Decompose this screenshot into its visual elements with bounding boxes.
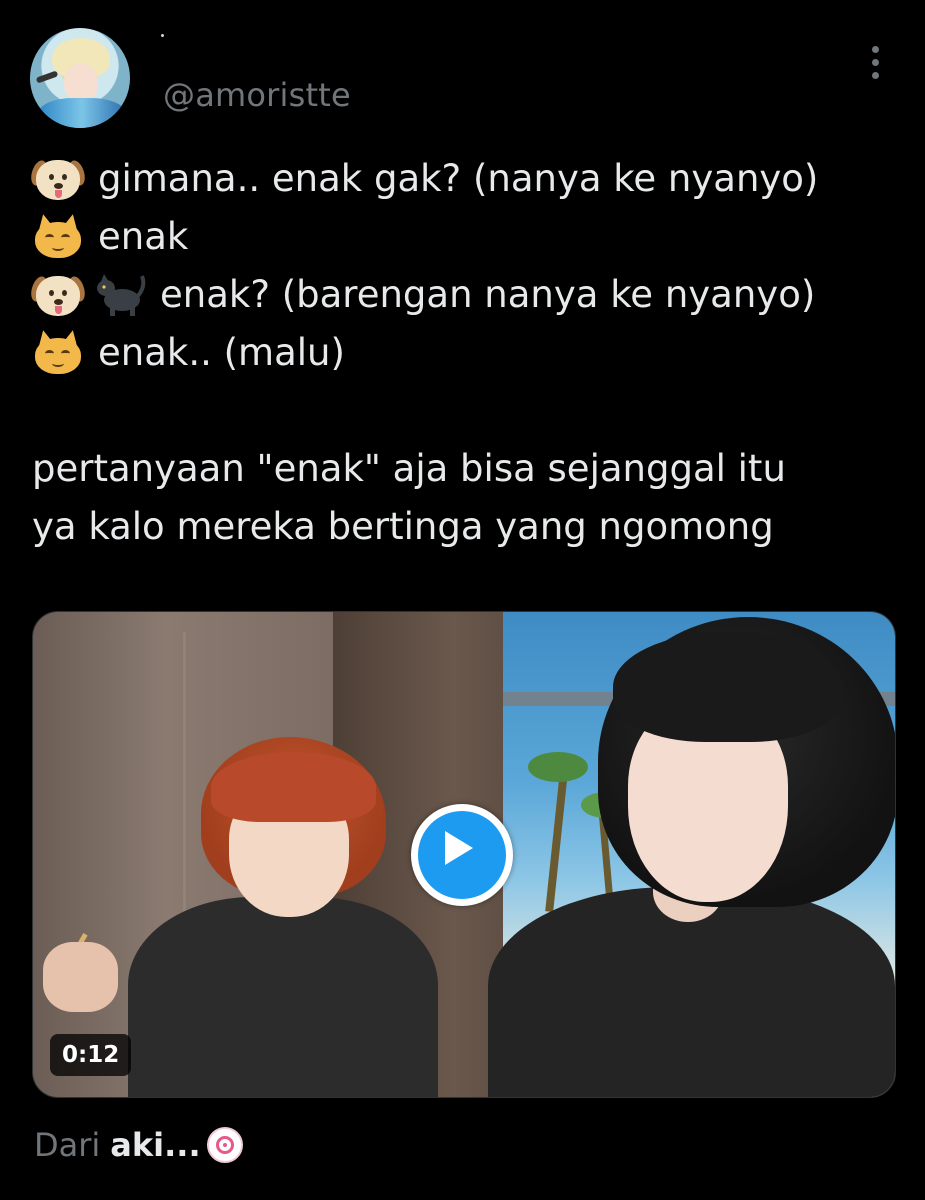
dog-face-icon xyxy=(28,156,88,202)
more-options-icon[interactable] xyxy=(866,44,886,80)
video-duration: 0:12 xyxy=(50,1034,132,1076)
video-bg-palm-leaf xyxy=(528,752,588,782)
video-person-right-fringe xyxy=(613,632,843,742)
black-cat-icon xyxy=(94,272,146,318)
cat-face-icon xyxy=(32,328,84,376)
avatar[interactable] xyxy=(30,28,130,128)
source-name[interactable]: aki... xyxy=(110,1126,200,1164)
tweet-paragraph-line: ya kalo mereka bertinga yang ngomong xyxy=(32,505,774,548)
tweet-text: gimana.. enak gak? (nanya ke nyanyo) ena… xyxy=(28,150,912,556)
video-person-left-hand xyxy=(43,942,118,1012)
tweet-line: enak? (barengan nanya ke nyanyo) xyxy=(28,266,912,324)
tweet: @amoristte gimana.. enak gak? (nanya ke … xyxy=(0,0,925,1200)
tweet-line: enak xyxy=(32,208,912,266)
avatar-shirt xyxy=(38,98,126,128)
play-icon xyxy=(445,831,473,865)
decorative-dot xyxy=(161,34,164,37)
source-prefix: Dari xyxy=(34,1126,101,1164)
tweet-line: gimana.. enak gak? (nanya ke nyanyo) xyxy=(28,150,912,208)
username[interactable]: @amoristte xyxy=(163,76,351,114)
dog-face-icon xyxy=(28,272,88,318)
avatar-mic xyxy=(35,70,59,84)
video-player[interactable]: 0:12 xyxy=(32,611,896,1098)
tweet-line-text: enak.. (malu) xyxy=(98,331,345,374)
cat-face-icon xyxy=(32,212,84,260)
translation-source: Dari aki... xyxy=(34,1120,243,1170)
tweet-line: enak.. (malu) xyxy=(32,324,912,382)
tweet-line-text: enak xyxy=(98,215,189,258)
tweet-paragraph-line: pertanyaan "enak" aja bisa sejanggal itu xyxy=(32,447,786,490)
avatar-face xyxy=(64,64,98,102)
video-person-left-fringe xyxy=(211,752,376,822)
tweet-line-text: enak? (barengan nanya ke nyanyo) xyxy=(160,273,816,316)
video-person-left xyxy=(128,897,438,1097)
tweet-line-text: gimana.. enak gak? (nanya ke nyanyo) xyxy=(98,157,819,200)
naruto-swirl-icon xyxy=(206,1127,243,1163)
play-button[interactable] xyxy=(411,804,513,906)
